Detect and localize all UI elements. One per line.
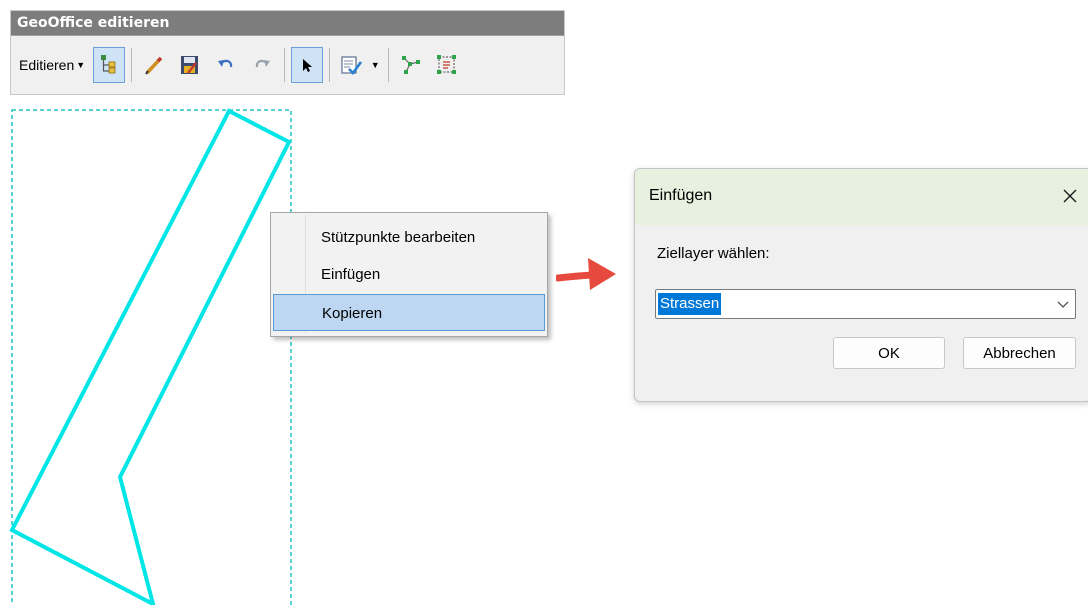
geooffice-toolbar: GeoOffice editieren Editieren ▼ ▼ [10, 10, 565, 95]
dialog-titlebar: Einfügen [635, 169, 1088, 225]
toolbar-separator [388, 48, 390, 82]
pencil-icon [145, 56, 163, 75]
dialog-close-button[interactable] [1055, 181, 1085, 211]
select-pointer-icon [303, 59, 313, 72]
editieren-menu-label: Editieren [19, 57, 75, 73]
menu-item-einfuegen[interactable]: Einfügen [273, 256, 545, 293]
cancel-button[interactable]: Abbrechen [963, 337, 1076, 369]
red-arrow-icon [556, 258, 616, 290]
undo-button[interactable] [210, 47, 242, 83]
select-tool-button[interactable] [291, 47, 324, 83]
vertex-tool-icon [402, 56, 421, 74]
redo-icon [256, 59, 271, 68]
save-edits-icon [181, 56, 199, 74]
attribute-dropdown-button[interactable]: ▼ [368, 47, 382, 83]
toolbar-separator [329, 48, 331, 82]
editor-tree-button[interactable] [93, 47, 126, 83]
menu-item-kopieren[interactable]: Kopieren [273, 294, 545, 331]
undo-icon [218, 59, 233, 68]
selection-extent [11, 109, 292, 605]
target-layer-label: Ziellayer wählen: [657, 245, 770, 262]
dialog-title: Einfügen [649, 187, 713, 204]
menu-item-stuetzpunkte-bearbeiten[interactable]: Stützpunkte bearbeiten [273, 219, 545, 256]
target-layer-select[interactable]: Strassen [655, 289, 1076, 319]
sketch-tool-button[interactable] [138, 47, 170, 83]
context-menu: Stützpunkte bearbeiten Einfügen Kopieren [270, 212, 548, 337]
caret-down-icon: ▼ [76, 60, 86, 70]
vertex-tool-button[interactable] [395, 47, 427, 83]
attribute-edit-button[interactable] [336, 47, 368, 83]
einfuegen-dialog: Einfügen Ziellayer wählen: Strassen OK A… [634, 168, 1088, 402]
topology-tool-icon [437, 55, 457, 74]
toolbar-row: Editieren ▼ ▼ [11, 35, 564, 95]
redo-button[interactable] [246, 47, 278, 83]
caret-down-icon: ▼ [370, 60, 380, 70]
target-layer-value: Strassen [658, 293, 722, 315]
chevron-down-icon [1057, 301, 1069, 308]
toolbar-title: GeoOffice editieren [11, 11, 564, 36]
close-icon [1063, 189, 1077, 203]
topology-tool-button[interactable] [431, 47, 463, 83]
save-edits-button[interactable] [174, 47, 206, 83]
toolbar-separator [284, 48, 286, 82]
feature-polygon[interactable] [9, 108, 292, 605]
attribute-edit-icon [341, 56, 363, 75]
editieren-menu-button[interactable]: Editieren ▼ [15, 47, 89, 83]
toolbar-separator [131, 48, 133, 82]
ok-button[interactable]: OK [833, 337, 945, 369]
editor-tree-icon [101, 55, 116, 74]
